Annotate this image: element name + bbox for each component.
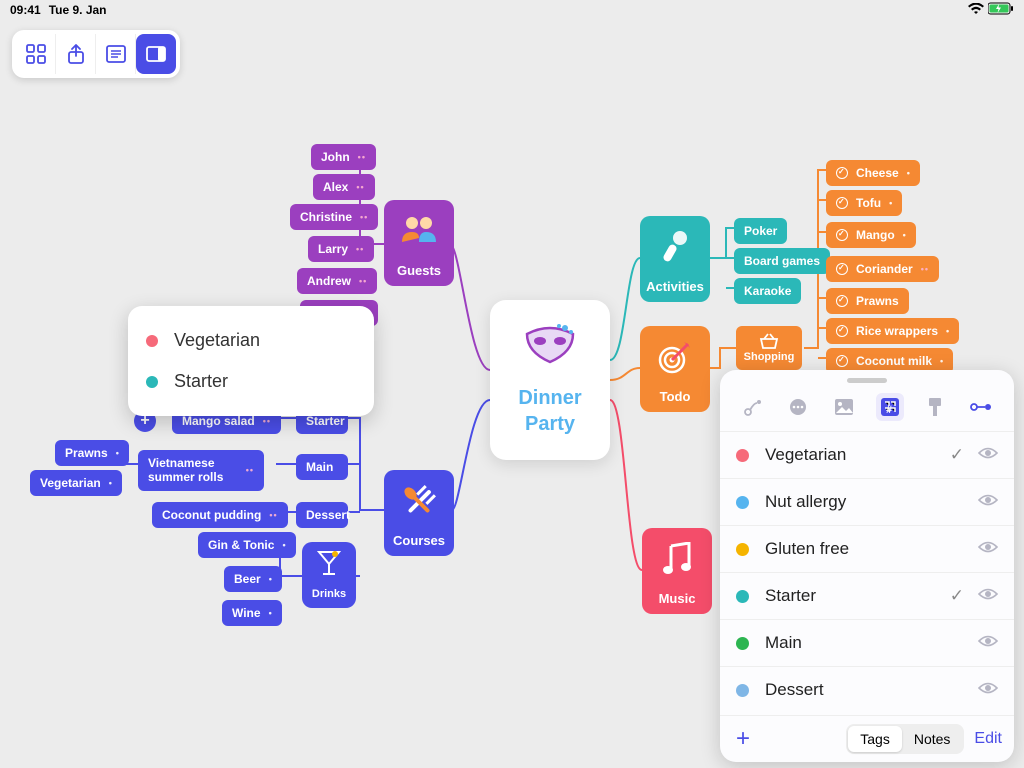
activity-boardgames[interactable]: Board games <box>734 248 830 274</box>
panel-tab-style[interactable] <box>921 393 949 421</box>
main-toolbar <box>12 30 180 78</box>
branch-activities[interactable]: Activities <box>640 216 710 302</box>
drink-wine[interactable]: Wine <box>222 600 282 626</box>
guest-john[interactable]: John <box>311 144 376 170</box>
tag-list: Vegetarian✓ Nut allergy Gluten free Star… <box>720 431 1014 715</box>
eye-icon[interactable] <box>978 539 998 559</box>
tag-row-main[interactable]: Main <box>720 619 1014 666</box>
tag-row-gluten-free[interactable]: Gluten free <box>720 525 1014 572</box>
tags-panel: # Vegetarian✓ Nut allergy Gluten free St… <box>720 370 1014 762</box>
check-icon: ✓ <box>950 586 964 606</box>
tag-row-vegetarian[interactable]: Vegetarian✓ <box>720 431 1014 478</box>
status-date: Tue 9. Jan <box>49 3 107 17</box>
outline-button[interactable] <box>96 34 136 74</box>
eye-icon[interactable] <box>978 680 998 700</box>
tag-prawns[interactable]: Prawns <box>55 440 129 466</box>
shop-prawns[interactable]: Prawns <box>826 288 909 314</box>
eye-icon[interactable] <box>978 492 998 512</box>
utensils-icon <box>401 484 437 527</box>
panel-tab-tags[interactable]: # <box>876 393 904 421</box>
tags-notes-segment: Tags Notes <box>846 724 964 754</box>
shop-mango[interactable]: Mango <box>826 222 916 248</box>
course-main[interactable]: Main <box>296 454 348 480</box>
panel-tab-more[interactable] <box>784 393 812 421</box>
guest-larry[interactable]: Larry <box>308 236 374 262</box>
music-label: Music <box>659 591 696 606</box>
eye-icon[interactable] <box>978 633 998 653</box>
panel-tab-strip: # <box>720 387 1014 431</box>
activity-poker[interactable]: Poker <box>734 218 787 244</box>
tooltip-row-starter[interactable]: Starter <box>146 361 356 402</box>
basket-icon <box>759 333 779 349</box>
add-tag-button[interactable]: + <box>736 725 750 753</box>
guest-andrew[interactable]: Andrew <box>297 268 377 294</box>
courses-label: Courses <box>393 533 445 548</box>
panel-tab-connect[interactable] <box>739 393 767 421</box>
battery-icon <box>988 2 1014 18</box>
people-icon <box>399 214 439 251</box>
shop-cheese[interactable]: Cheese <box>826 160 920 186</box>
tag-tooltip: Vegetarian Starter <box>128 306 374 416</box>
cocktail-icon <box>317 550 341 582</box>
dot-icon <box>146 376 158 388</box>
dish-summer-rolls[interactable]: Vietnamese summer rolls <box>138 450 264 491</box>
guest-christine[interactable]: Christine <box>290 204 378 230</box>
activities-label: Activities <box>646 279 704 294</box>
branch-music[interactable]: Music <box>642 528 712 614</box>
segment-notes[interactable]: Notes <box>902 726 963 752</box>
course-dessert[interactable]: Dessert <box>296 502 348 528</box>
edit-button[interactable]: Edit <box>974 730 1002 748</box>
shop-rice-wrappers[interactable]: Rice wrappers <box>826 318 959 344</box>
drinks-label: Drinks <box>312 588 346 600</box>
music-note-icon <box>661 542 693 583</box>
status-bar: 09:41 Tue 9. Jan <box>0 0 1024 20</box>
mask-icon <box>523 324 577 375</box>
drink-gin[interactable]: Gin & Tonic <box>198 532 296 558</box>
dish-coconut-pudding[interactable]: Coconut pudding <box>152 502 288 528</box>
panel-tab-image[interactable] <box>830 393 858 421</box>
todo-shopping[interactable]: Shopping <box>736 326 802 370</box>
eye-icon[interactable] <box>978 586 998 606</box>
tag-vegetarian[interactable]: Vegetarian <box>30 470 122 496</box>
drag-handle[interactable] <box>847 378 887 383</box>
shop-coriander[interactable]: Coriander <box>826 256 939 282</box>
drink-beer[interactable]: Beer <box>224 566 282 592</box>
eye-icon[interactable] <box>978 445 998 465</box>
share-button[interactable] <box>56 34 96 74</box>
shop-tofu[interactable]: Tofu <box>826 190 902 216</box>
tag-row-dessert[interactable]: Dessert <box>720 666 1014 713</box>
branch-courses[interactable]: Courses <box>384 470 454 556</box>
branch-guests[interactable]: Guests <box>384 200 454 286</box>
guests-label: Guests <box>397 263 441 278</box>
mic-icon <box>660 230 690 271</box>
tag-row-nut-allergy[interactable]: Nut allergy <box>720 478 1014 525</box>
segment-tags[interactable]: Tags <box>848 726 902 752</box>
svg-text:#: # <box>886 404 892 416</box>
activity-karaoke[interactable]: Karaoke <box>734 278 801 304</box>
panel-toggle-button[interactable] <box>136 34 176 74</box>
branch-todo[interactable]: Todo <box>640 326 710 412</box>
apps-button[interactable] <box>16 34 56 74</box>
tag-row-starter[interactable]: Starter✓ <box>720 572 1014 619</box>
panel-tab-link[interactable] <box>967 393 995 421</box>
panel-footer: + Tags Notes Edit <box>720 715 1014 762</box>
center-node-dinner-party[interactable]: DinnerParty <box>490 300 610 460</box>
status-time: 09:41 <box>10 3 41 17</box>
todo-label: Todo <box>660 389 691 404</box>
wifi-icon <box>968 2 984 18</box>
guest-alex[interactable]: Alex <box>313 174 375 200</box>
tooltip-row-vegetarian[interactable]: Vegetarian <box>146 320 356 361</box>
dot-icon <box>146 335 158 347</box>
center-title: DinnerParty <box>518 385 581 437</box>
course-drinks[interactable]: Drinks <box>302 542 356 608</box>
target-icon <box>658 340 692 381</box>
check-icon: ✓ <box>950 445 964 465</box>
